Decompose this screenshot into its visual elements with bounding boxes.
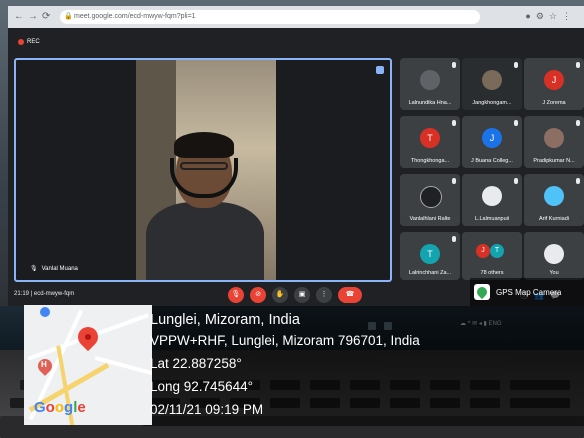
meeting-time-code: 21:19 | ecd-mwyw-fqm	[14, 291, 75, 297]
muted-mic-icon	[452, 120, 456, 126]
gps-camera-logo-icon	[474, 284, 490, 300]
photo-frame: ← → ⟳ 🔒 meet.google.com/ecd-mwyw-fqm?pli…	[0, 0, 584, 438]
participant-tile[interactable]: T Thongkhonga...	[400, 116, 460, 168]
gps-camera-brand: GPS Map Camera	[496, 287, 562, 297]
gps-datetime: 02/11/21 09:19 PM	[150, 402, 264, 417]
participant-tile[interactable]: L.Lalmuanpuii	[462, 174, 522, 226]
address-bar[interactable]: 🔒 meet.google.com/ecd-mwyw-fqm?pli=1	[60, 10, 480, 24]
muted-mic-icon	[514, 62, 518, 68]
muted-mic-icon	[576, 62, 580, 68]
muted-mic-icon	[452, 62, 456, 68]
participant-tile[interactable]: J J Buana Colleg...	[462, 116, 522, 168]
main-video-tile[interactable]: 🎙 Vanlal Muana	[14, 58, 392, 282]
recording-label: REC	[27, 39, 40, 45]
gps-address: VPPW+RHF, Lunglei, Mizoram 796701, India	[150, 333, 420, 348]
recording-indicator: REC	[18, 39, 40, 45]
participant-tile[interactable]: Lalnundika Hna...	[400, 58, 460, 110]
speaker-name: Vanlal Muana	[41, 265, 78, 272]
google-logo: Google	[34, 399, 86, 416]
muted-mic-icon	[514, 120, 518, 126]
speaker-name-tag: 🎙 Vanlal Muana	[30, 265, 78, 273]
participant-name: Lalnundika Hna...	[408, 100, 452, 106]
participant-name: Lalrinchhani Za...	[408, 270, 452, 276]
avatar	[420, 186, 442, 208]
meeting-code: ecd-mwyw-fqm	[33, 291, 75, 297]
mic-icon: 🎙	[30, 266, 38, 272]
browser-toolbar: ← → ⟳ 🔒 meet.google.com/ecd-mwyw-fqm?pli…	[8, 6, 584, 28]
participant-name: J Zorema	[542, 100, 566, 106]
self-tile[interactable]: You	[524, 232, 584, 280]
gps-longitude: Long 92.745644°	[150, 379, 253, 394]
gps-camera-badge: GPS Map Camera	[470, 278, 584, 306]
mini-map: H Google	[24, 305, 152, 425]
raise-hand-button[interactable]: ✋	[272, 287, 288, 303]
muted-mic-icon	[576, 178, 580, 184]
participant-tile[interactable]: T Lalrinchhani Za...	[400, 232, 460, 280]
laptop-screen: ← → ⟳ 🔒 meet.google.com/ecd-mwyw-fqm?pli…	[8, 6, 584, 306]
avatar	[420, 70, 440, 90]
poi-blue-icon	[40, 307, 50, 317]
participant-grid: Lalnundika Hna... Jangkhongam... J J Zor…	[400, 58, 584, 282]
lock-icon: 🔒	[64, 13, 73, 20]
participant-name: Jangkhongam...	[472, 100, 512, 106]
muted-mic-icon	[452, 178, 456, 184]
participant-tile[interactable]: Pradipkumar N...	[524, 116, 584, 168]
others-tile[interactable]: J T 78 others	[462, 232, 522, 280]
participant-tile[interactable]: J J Zorema	[524, 58, 584, 110]
muted-mic-icon	[452, 236, 456, 242]
participant-name: Thongkhonga...	[410, 158, 450, 164]
avatar	[482, 186, 502, 206]
camera-toggle-button[interactable]: ⊘	[250, 287, 266, 303]
participant-tile[interactable]: Vanlalhlani Ralte	[400, 174, 460, 226]
avatar: J	[482, 128, 502, 148]
gps-latitude: Lat 22.887258°	[150, 356, 242, 371]
browser-action-icons[interactable]: ●⚙☆⋮	[525, 11, 576, 22]
present-button[interactable]: ▣	[294, 287, 310, 303]
mic-toggle-button[interactable]: 🎙	[228, 287, 244, 303]
participant-name: You	[549, 270, 559, 276]
others-count: 78 others	[480, 270, 504, 276]
record-dot-icon	[18, 39, 24, 45]
avatar: J	[544, 70, 564, 90]
muted-mic-icon	[514, 178, 518, 184]
participant-name: Vanlalhlani Ralte	[409, 216, 451, 222]
participant-name: L.Lalmuanpuii	[474, 216, 510, 222]
meeting-time: 21:19	[14, 291, 30, 297]
avatar	[482, 70, 502, 90]
end-call-button[interactable]: ☎	[338, 287, 362, 303]
avatar: T	[490, 244, 504, 258]
back-icon[interactable]: ←	[14, 11, 24, 22]
muted-mic-icon	[576, 120, 580, 126]
speaker-video	[136, 60, 276, 280]
audio-level-icon	[376, 66, 384, 74]
participant-name: Pradipkumar N...	[533, 158, 575, 164]
participant-tile[interactable]: Jangkhongam...	[462, 58, 522, 110]
more-options-button[interactable]: ⋮	[316, 287, 332, 303]
forward-icon[interactable]: →	[28, 11, 38, 22]
call-controls: 🎙 ⊘ ✋ ▣ ⋮ ☎	[228, 287, 362, 303]
avatar: T	[420, 128, 440, 148]
gps-place: Lunglei, Mizoram, India	[150, 312, 300, 328]
participant-name: J Buana Colleg...	[471, 158, 513, 164]
participant-tile[interactable]: Arif Kurniadi	[524, 174, 584, 226]
reload-icon[interactable]: ⟳	[42, 11, 50, 22]
avatar: T	[420, 244, 440, 264]
avatar	[544, 186, 564, 206]
avatar	[544, 244, 564, 264]
avatar	[544, 128, 564, 148]
participant-name: Arif Kurniadi	[539, 216, 569, 222]
url-text: meet.google.com/ecd-mwyw-fqm?pli=1	[74, 13, 196, 20]
avatar: J	[476, 244, 490, 258]
